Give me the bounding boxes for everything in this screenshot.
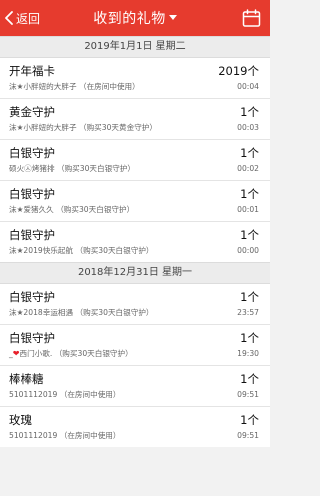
gift-time: 00:04 [237,82,259,91]
date-header: 2019年1月1日 星期二 [0,36,270,58]
gift-list: 开年福卡 沫★小胖妞的大胖子 （在房间中使用） 2019个 00:04 黄金守护… [0,58,270,262]
gift-desc: 5101112019 （在房间中使用） [9,390,121,399]
page-title: 收到的礼物 [93,11,166,27]
gift-desc: 5101112019 （在房间中使用） [9,431,121,440]
gift-desc: 沫★爱猪久久 （购买30天白银守护） [9,205,135,214]
gift-name: 玫瑰 [9,413,32,427]
gift-time: 00:00 [237,246,259,255]
gift-name: 白银守护 [9,290,55,304]
gift-count: 1个 [240,372,259,386]
gift-time: 09:51 [237,390,259,399]
list-item: 白银守护 沫★2019快乐起航 （购买30天白银守护） 1个 00:00 [0,222,270,262]
list-item: 白银守护 硕火㉦烤猪排 （购买30天白银守护） 1个 00:02 [0,140,270,181]
gift-desc: _❤西门小歌. （购买30天白银守护） [9,348,133,359]
gift-count: 1个 [240,331,259,345]
gift-time: 00:01 [237,205,259,214]
gift-time: 09:51 [237,431,259,440]
gift-desc: 沫★小胖妞的大胖子 （购买30天黄金守护） [9,123,157,132]
gift-desc: 沫★2019快乐起航 （购买30天白银守护） [9,246,154,255]
gift-count: 1个 [240,413,259,427]
gift-time: 19:30 [237,349,259,358]
list-item: 棒棒糖 5101112019 （在房间中使用） 1个 09:51 [0,366,270,407]
gift-desc: 沫★2018幸运相遇 （购买30天白银守护） [9,308,154,317]
gift-count: 1个 [240,228,259,242]
gift-count: 1个 [240,146,259,160]
date-header: 2018年12月31日 星期一 [0,262,270,284]
list-item: 白银守护 _❤西门小歌. （购买30天白银守护） 1个 19:30 [0,325,270,366]
calendar-icon [242,9,261,27]
gift-name: 白银守护 [9,228,55,242]
gift-desc: 沫★小胖妞的大胖子 （在房间中使用） [9,82,140,91]
gift-count: 1个 [240,187,259,201]
gift-time: 00:02 [237,164,259,173]
list-item: 黄金守护 沫★小胖妞的大胖子 （购买30天黄金守护） 1个 00:03 [0,99,270,140]
gift-name: 白银守护 [9,331,55,345]
gift-count: 2019个 [218,64,259,78]
calendar-button[interactable] [242,9,261,28]
gift-name: 棒棒糖 [9,372,44,386]
gift-desc: 硕火㉦烤猪排 （购买30天白银守护） [9,164,135,173]
list-item: 开年福卡 沫★小胖妞的大胖子 （在房间中使用） 2019个 00:04 [0,58,270,99]
gift-list: 白银守护 沫★2018幸运相遇 （购买30天白银守护） 1个 23:57 白银守… [0,284,270,447]
gift-name: 白银守护 [9,187,55,201]
list-item: 白银守护 沫★爱猪久久 （购买30天白银守护） 1个 00:01 [0,181,270,222]
list-item: 白银守护 沫★2018幸运相遇 （购买30天白银守护） 1个 23:57 [0,284,270,325]
gift-name: 黄金守护 [9,105,55,119]
gift-name: 开年福卡 [9,64,55,78]
gift-time: 23:57 [237,308,259,317]
header-bar: 返回 收到的礼物 [0,0,270,36]
gift-name: 白银守护 [9,146,55,160]
title-dropdown[interactable]: 收到的礼物 [0,0,270,36]
heart-icon: ❤ [12,349,20,358]
gift-count: 1个 [240,290,259,304]
sender-name-suffix: 西门小歌. （购买30天白银守护） [19,349,133,358]
gift-count: 1个 [240,105,259,119]
caret-down-icon [168,15,177,20]
gift-time: 00:03 [237,123,259,132]
gift-history-screen: 返回 收到的礼物 2019年1月1日 星期二 开年福卡 沫★小胖妞的大胖子 （在… [0,0,270,496]
list-item: 玫瑰 5101112019 （在房间中使用） 1个 09:51 [0,407,270,447]
